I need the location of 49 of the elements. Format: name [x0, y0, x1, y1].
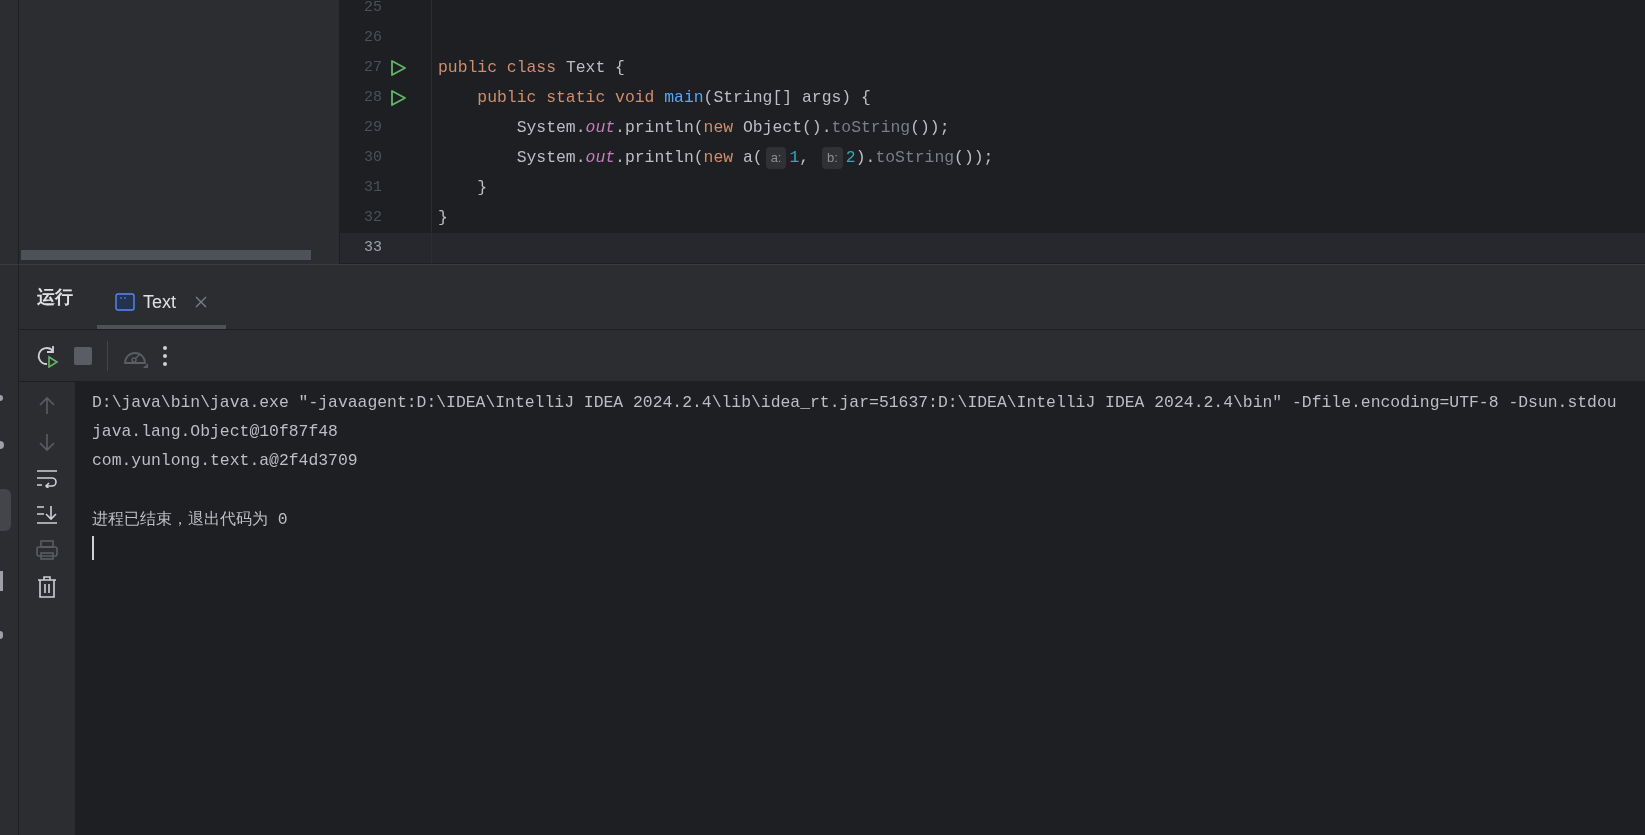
code-token: System.: [515, 116, 586, 139]
console-icon: [115, 293, 135, 311]
code-token: 2: [845, 146, 856, 169]
rerun-icon[interactable]: [35, 343, 59, 368]
code-token: out: [585, 116, 616, 139]
panel-title: 运行: [37, 286, 73, 309]
sidebar-icon[interactable]: [0, 395, 3, 401]
code-token: ());: [954, 146, 994, 169]
run-icon[interactable]: [389, 59, 407, 77]
run-icon[interactable]: [389, 89, 407, 107]
code-token: .println(: [615, 116, 704, 139]
close-icon[interactable]: [194, 295, 208, 309]
code-token: .println(: [615, 146, 704, 169]
more-icon[interactable]: [162, 344, 168, 367]
code-token: Text {: [565, 56, 625, 79]
code-token: }: [438, 206, 448, 229]
parameter-hint: a:: [765, 147, 787, 169]
soft-wrap-icon[interactable]: [36, 468, 58, 488]
code-token: 1: [789, 146, 800, 169]
horizontal-scrollbar[interactable]: [21, 250, 311, 260]
code-token: toString: [831, 116, 911, 139]
console-line: java.lang.Object@10f87f48: [92, 421, 339, 443]
code-token: (String[] args) {: [703, 86, 871, 109]
scroll-to-end-icon[interactable]: [36, 504, 58, 524]
code-token: }: [476, 176, 488, 199]
code-token: Object().: [742, 116, 832, 139]
trash-icon[interactable]: [37, 576, 57, 598]
code-token: public class: [438, 56, 558, 79]
line-number: 33: [363, 237, 382, 258]
code-token: System.: [515, 146, 586, 169]
sidebar-icon[interactable]: [0, 441, 4, 449]
code-token: out: [585, 146, 616, 169]
code-token: main: [664, 86, 704, 109]
console-line: com.yunlong.text.a@2f4d3709: [92, 450, 359, 472]
run-tab[interactable]: Text: [97, 279, 226, 329]
code-token: toString: [875, 146, 955, 169]
console-line: 进程已结束，退出代码为 0: [92, 509, 289, 531]
code-token: ());: [910, 116, 950, 139]
tab-label: Text: [143, 290, 176, 314]
code-token: new: [703, 116, 735, 139]
code-token: ).: [855, 146, 876, 169]
code-token: ,: [799, 146, 811, 169]
code-token: new: [703, 146, 735, 169]
text-cursor: [92, 536, 94, 560]
code-token: a(: [742, 146, 763, 169]
code-token: public static void: [476, 86, 656, 109]
sidebar-icon[interactable]: [0, 631, 3, 639]
command-line: D:\java\bin\java.exe "-javaagent:D:\IDEA\IntelliJ IDEA 2024.2.4\lib\idea_rt.jar=51637:D:\IDEA\IntelliJ IDEA 2024.2.4\bin" -Dfile.encoding=UTF-8 -Dsun.stdou: [92, 392, 1618, 414]
parameter-hint: b:: [822, 147, 843, 169]
